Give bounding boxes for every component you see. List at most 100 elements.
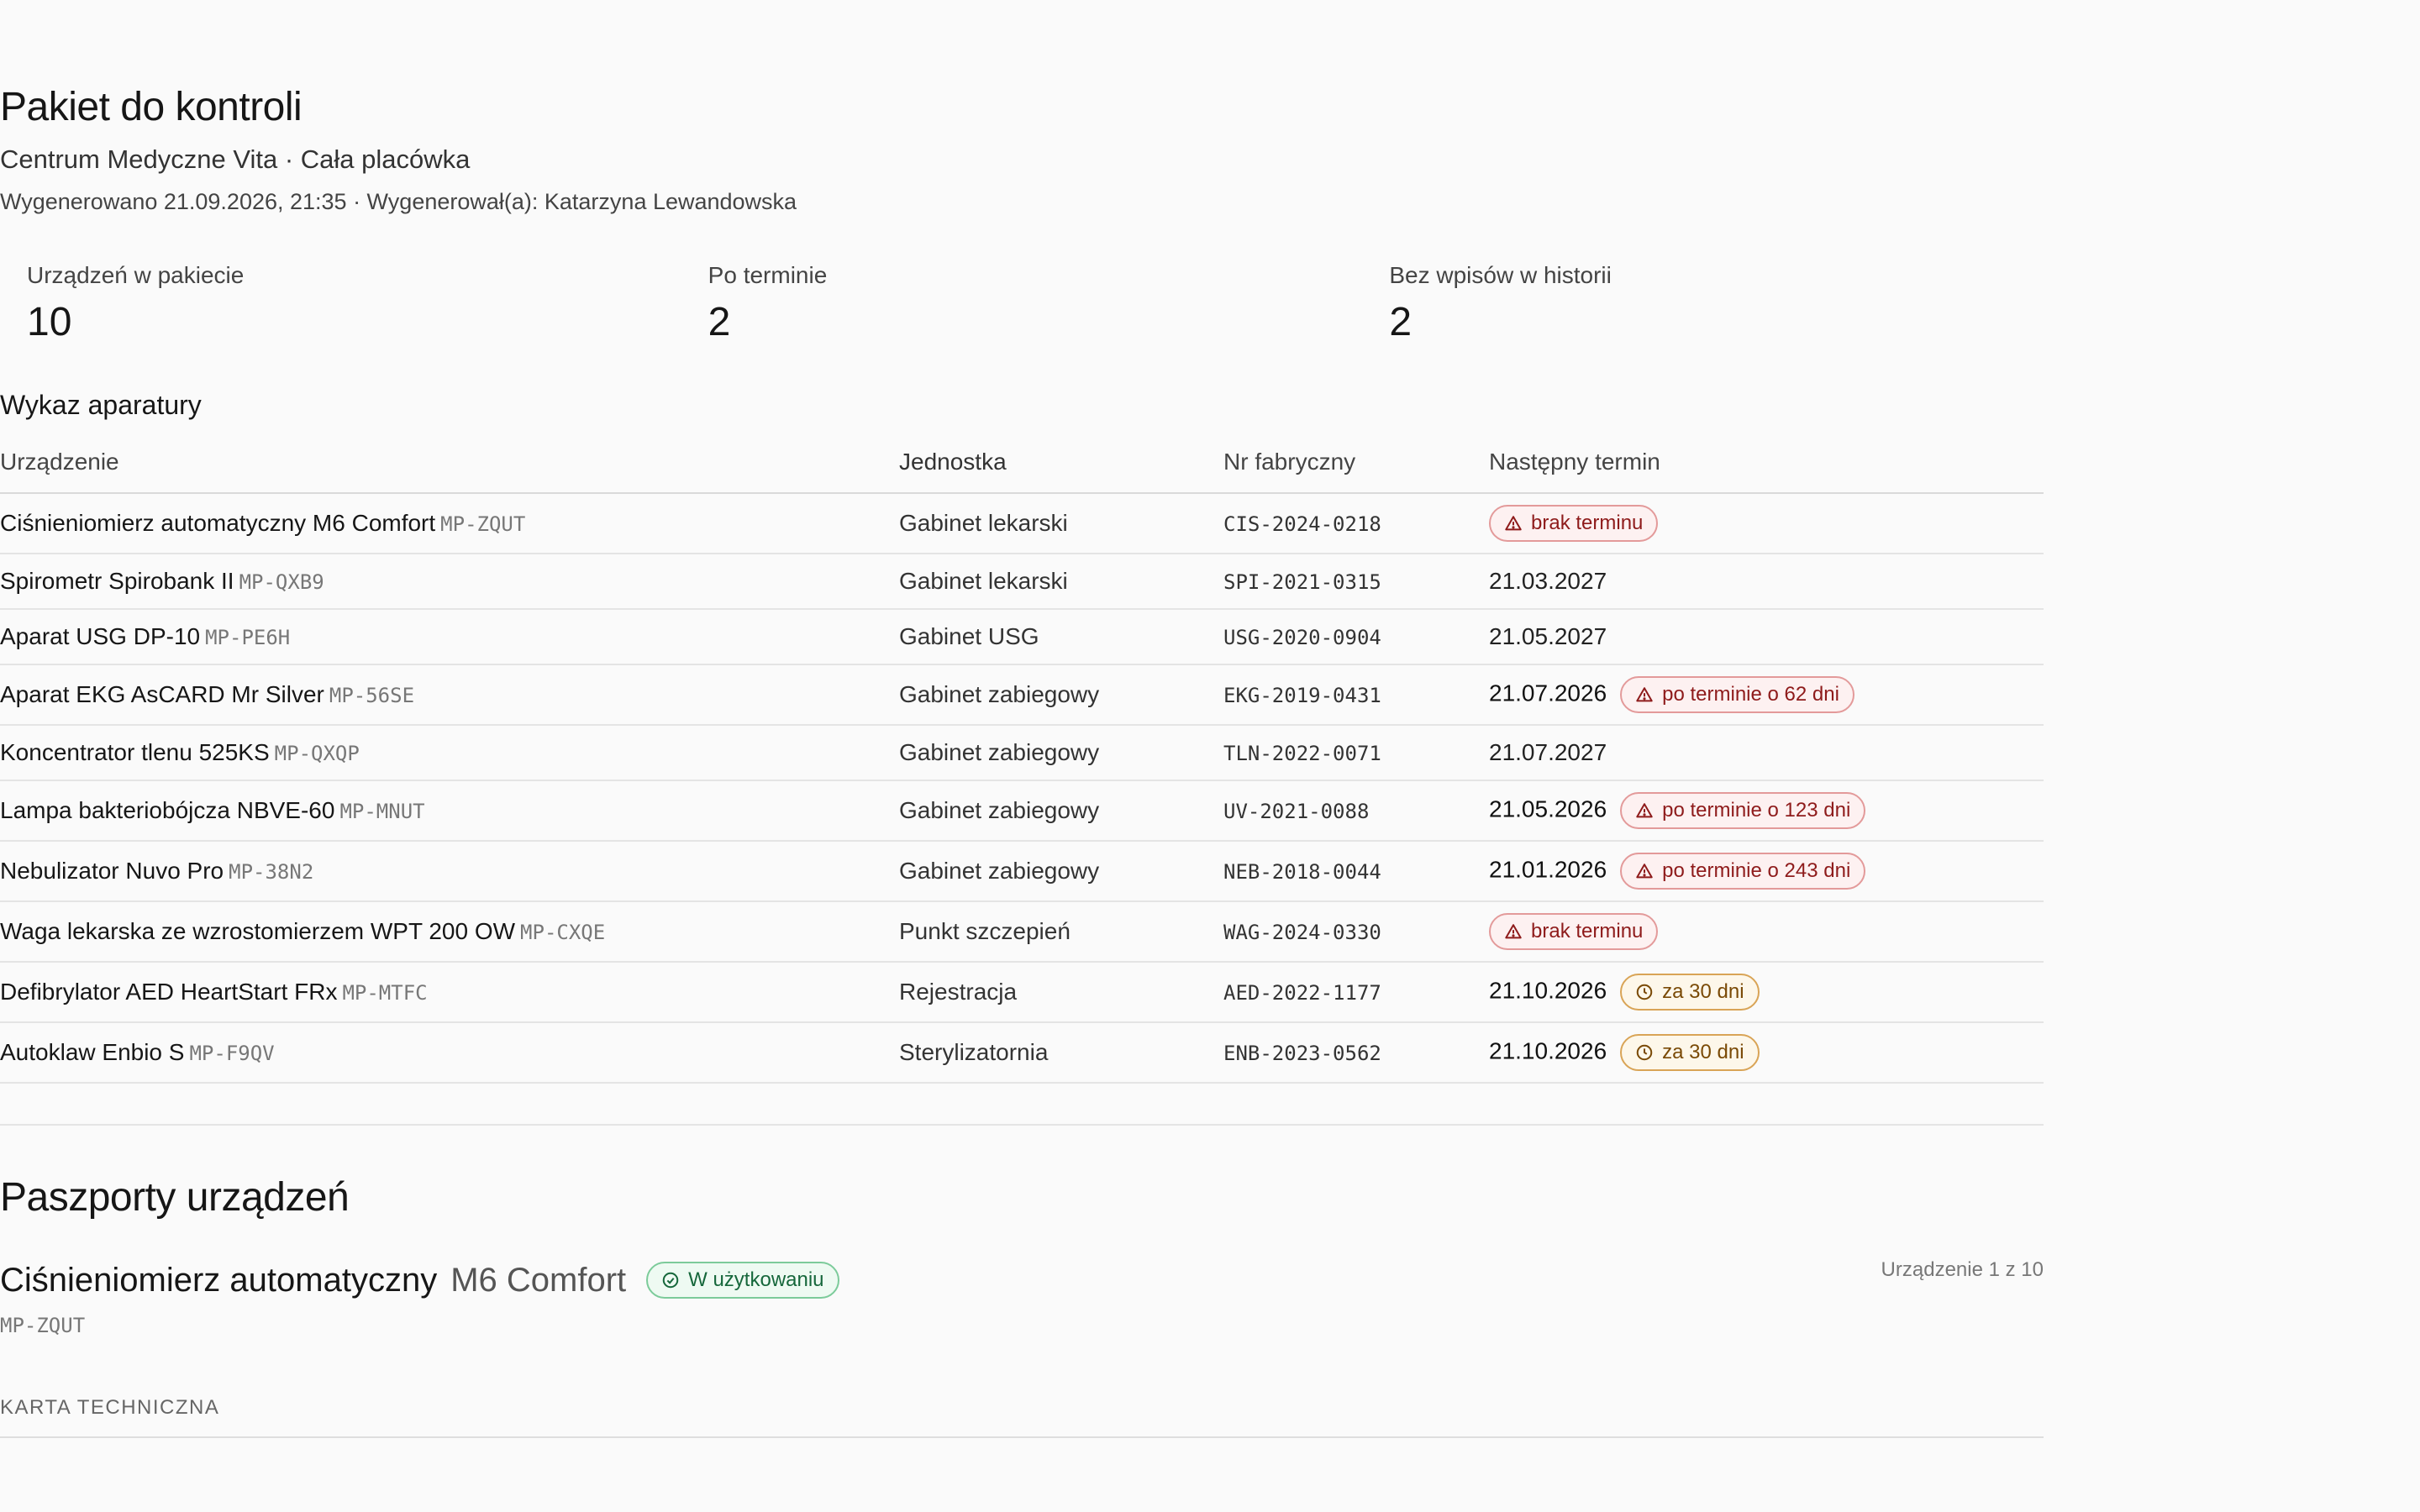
serial-cell: USG-2020-0904 [1223, 609, 1489, 665]
stat-label: Bez wpisów w historii [1389, 262, 1612, 288]
table-row: Spirometr Spirobank II MP-QXB9 Gabinet lek… [0, 554, 2044, 610]
device-cell: Aparat USG DP-10 MP-PE6H [0, 609, 899, 665]
device-code: MP-ZQUT [440, 512, 526, 536]
next-date-cell: 21.07.2026 po terminie o 62 dni [1489, 664, 2044, 726]
next-date-cell: 21.03.2027 [1489, 554, 2044, 610]
next-date: 21.01.2026 [1489, 856, 1607, 883]
stat-value: 2 [708, 300, 731, 344]
serial-cell: NEB-2018-0044 [1223, 841, 1489, 902]
unit-cell: Gabinet zabiegowy [899, 841, 1223, 902]
device-code: MP-PE6H [205, 626, 291, 649]
device-name: Nebulizator Nuvo Pro [0, 858, 224, 884]
stat-label: Urządzeń w pakiecie [27, 262, 245, 288]
unit-cell: Gabinet zabiegowy [899, 780, 1223, 842]
column-header-device: Urządzenie [0, 447, 899, 494]
technical-card-title: KARTA TECHNICZNA [0, 1396, 220, 1419]
status-badge-label: po terminie o 123 dni [1662, 799, 1851, 822]
equipment-list-title: Wykaz aparatury [0, 390, 202, 420]
serial-cell: TLN-2022-0071 [1223, 725, 1489, 781]
next-date: 21.10.2026 [1489, 977, 1607, 1004]
serial-number: WAG-2024-0330 [1223, 921, 1381, 944]
status-badge-label: brak terminu [1531, 920, 1644, 942]
serial-number: ENB-2023-0562 [1223, 1042, 1381, 1065]
device-cell: Autoklaw Enbio S MP-F9QV [0, 1022, 899, 1084]
page-title: Pakiet do kontroli [0, 85, 302, 129]
device-cell: Spirometr Spirobank II MP-QXB9 [0, 554, 899, 610]
status-badge: za 30 dni [1620, 1034, 1760, 1071]
status-badge: brak terminu [1489, 913, 1659, 950]
clock-icon [1635, 1043, 1654, 1062]
passport-device-name: Ciśnieniomierz automatyczny [0, 1262, 438, 1299]
stat-devices-count: Urządzeń w pakiecie 10 [0, 260, 681, 348]
device-name: Spirometr Spirobank II [0, 568, 234, 594]
inspection-package: Pakiet do kontroli Centrum Medyczne Vita… [0, 0, 2044, 1438]
table-row: Defibrylator AED HeartStart FRx MP-MTFC Re… [0, 962, 2044, 1023]
device-cell: Waga lekarska ze wzrostomierzem WPT 200 … [0, 901, 899, 963]
status-badge-label: po terminie o 62 dni [1662, 683, 1839, 706]
serial-number: EKG-2019-0431 [1223, 684, 1381, 707]
column-header-next-date: Następny termin [1489, 447, 2044, 494]
clock-icon [1635, 983, 1654, 1001]
technical-card-rule [0, 1436, 2044, 1438]
status-badge: po terminie o 243 dni [1620, 853, 1866, 890]
unit-cell: Gabinet USG [899, 609, 1223, 665]
device-name: Autoklaw Enbio S [0, 1039, 185, 1065]
serial-number: NEB-2018-0044 [1223, 860, 1381, 884]
serial-cell: SPI-2021-0315 [1223, 554, 1489, 610]
device-cell: Nebulizator Nuvo Pro MP-38N2 [0, 841, 899, 902]
stat-label: Po terminie [708, 262, 828, 288]
status-badge: brak terminu [1489, 505, 1659, 542]
device-code: MP-56SE [329, 684, 415, 707]
next-date-cell: 21.07.2027 [1489, 725, 2044, 781]
serial-number: AED-2022-1177 [1223, 981, 1381, 1005]
next-date-cell: brak terminu [1489, 901, 2044, 963]
summary-stats: Urządzeń w pakiecie 10 Po terminie 2 Bez… [0, 260, 2044, 348]
next-date-cell: brak terminu [1489, 493, 2044, 554]
table-row: Koncentrator tlenu 525KS MP-QXQP Gabinet z… [0, 725, 2044, 781]
device-name: Ciśnieniomierz automatyczny M6 Comfort [0, 510, 436, 536]
column-header-unit: Jednostka [899, 447, 1223, 494]
unit-cell: Gabinet lekarski [899, 493, 1223, 554]
serial-number: USG-2020-0904 [1223, 626, 1381, 649]
facility-subtitle: Centrum Medyczne Vita · Cała placówka [0, 144, 471, 174]
passports-title: Paszporty urządzeń [0, 1175, 350, 1220]
warning-triangle-icon [1504, 514, 1523, 533]
unit-cell: Gabinet lekarski [899, 554, 1223, 610]
serial-number: TLN-2022-0071 [1223, 742, 1381, 765]
next-date-cell: 21.01.2026 po terminie o 243 dni [1489, 841, 2044, 902]
table-row: Aparat EKG AsCARD Mr Silver MP-56SE Gabine… [0, 664, 2044, 726]
serial-cell: ENB-2023-0562 [1223, 1022, 1489, 1084]
device-code: MP-F9QV [189, 1042, 275, 1065]
passport-device-model: M6 Comfort [450, 1262, 627, 1299]
table-row: Waga lekarska ze wzrostomierzem WPT 200 … [0, 901, 2044, 963]
serial-number: CIS-2024-0218 [1223, 512, 1381, 536]
table-row: Autoklaw Enbio S MP-F9QV Sterylizatornia EN… [0, 1022, 2044, 1084]
unit-cell: Sterylizatornia [899, 1022, 1223, 1084]
serial-cell: CIS-2024-0218 [1223, 493, 1489, 554]
status-badge-label: za 30 dni [1662, 980, 1744, 1003]
serial-cell: WAG-2024-0330 [1223, 901, 1489, 963]
device-name: Waga lekarska ze wzrostomierzem WPT 200 … [0, 918, 516, 944]
status-badge: za 30 dni [1620, 974, 1760, 1011]
table-row: Nebulizator Nuvo Pro MP-38N2 Gabinet zabie… [0, 841, 2044, 902]
device-cell: Aparat EKG AsCARD Mr Silver MP-56SE [0, 664, 899, 726]
equipment-table-body: Ciśnieniomierz automatyczny M6 Comfort MP… [0, 493, 2044, 1084]
device-name: Defibrylator AED HeartStart FRx [0, 979, 338, 1005]
serial-cell: AED-2022-1177 [1223, 962, 1489, 1023]
table-row: Aparat USG DP-10 MP-PE6H Gabinet USG USG-20… [0, 609, 2044, 665]
status-badge-label: brak terminu [1531, 512, 1644, 534]
next-date: 21.10.2026 [1489, 1037, 1607, 1064]
next-date-cell: 21.10.2026 za 30 dni [1489, 962, 2044, 1023]
next-date: 21.07.2026 [1489, 680, 1607, 706]
next-date-cell: 21.05.2026 po terminie o 123 dni [1489, 780, 2044, 842]
passport-header: Ciśnieniomierz automatyczny M6 Comfort W… [0, 1258, 2044, 1302]
warning-triangle-icon [1635, 685, 1654, 704]
device-name: Aparat USG DP-10 [0, 623, 201, 649]
device-code: MP-38N2 [229, 860, 314, 884]
status-badge: W użytkowaniu [646, 1262, 839, 1299]
device-code: MP-QXQP [274, 742, 360, 765]
next-date: 21.03.2027 [1489, 568, 1607, 594]
device-code: MP-CXQE [520, 921, 606, 944]
table-row: Lampa bakteriobójcza NBVE-60 MP-MNUT Gabin… [0, 780, 2044, 842]
warning-triangle-icon [1635, 801, 1654, 820]
